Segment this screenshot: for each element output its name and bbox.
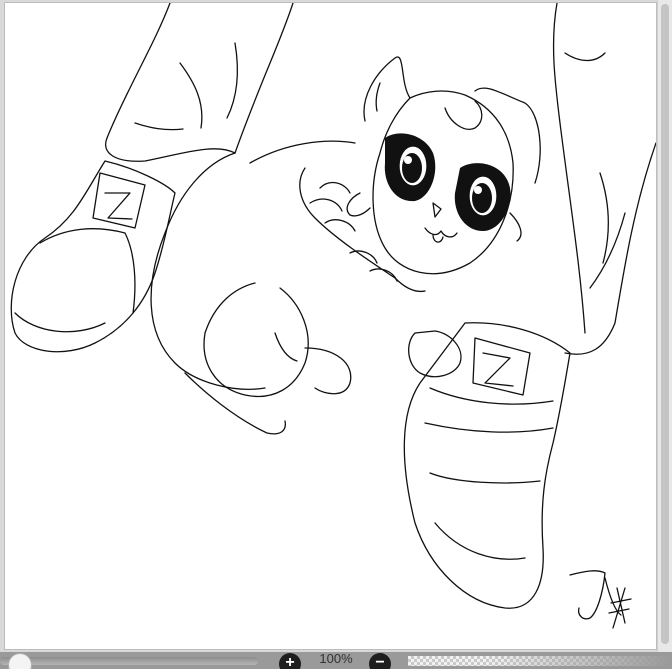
zoom-in-button[interactable]: + — [279, 653, 301, 669]
brush-size-slider[interactable] — [0, 657, 258, 665]
zoom-level-label: 100% — [319, 651, 353, 666]
zoom-out-button[interactable]: − — [369, 653, 391, 669]
line-art-drawing — [10, 3, 656, 629]
vertical-scrollbar[interactable] — [657, 0, 672, 652]
brush-size-slider-knob[interactable] — [8, 653, 32, 669]
minus-icon: − — [375, 654, 385, 669]
drawing-canvas[interactable] — [5, 3, 656, 649]
plus-icon: + — [285, 654, 295, 669]
scrollbar-thumb[interactable] — [661, 4, 669, 644]
opacity-slider[interactable] — [408, 656, 672, 666]
canvas-area — [0, 0, 672, 652]
drawing-app: + 100% − — [0, 0, 672, 669]
bottom-toolbar: + 100% − — [0, 651, 672, 669]
